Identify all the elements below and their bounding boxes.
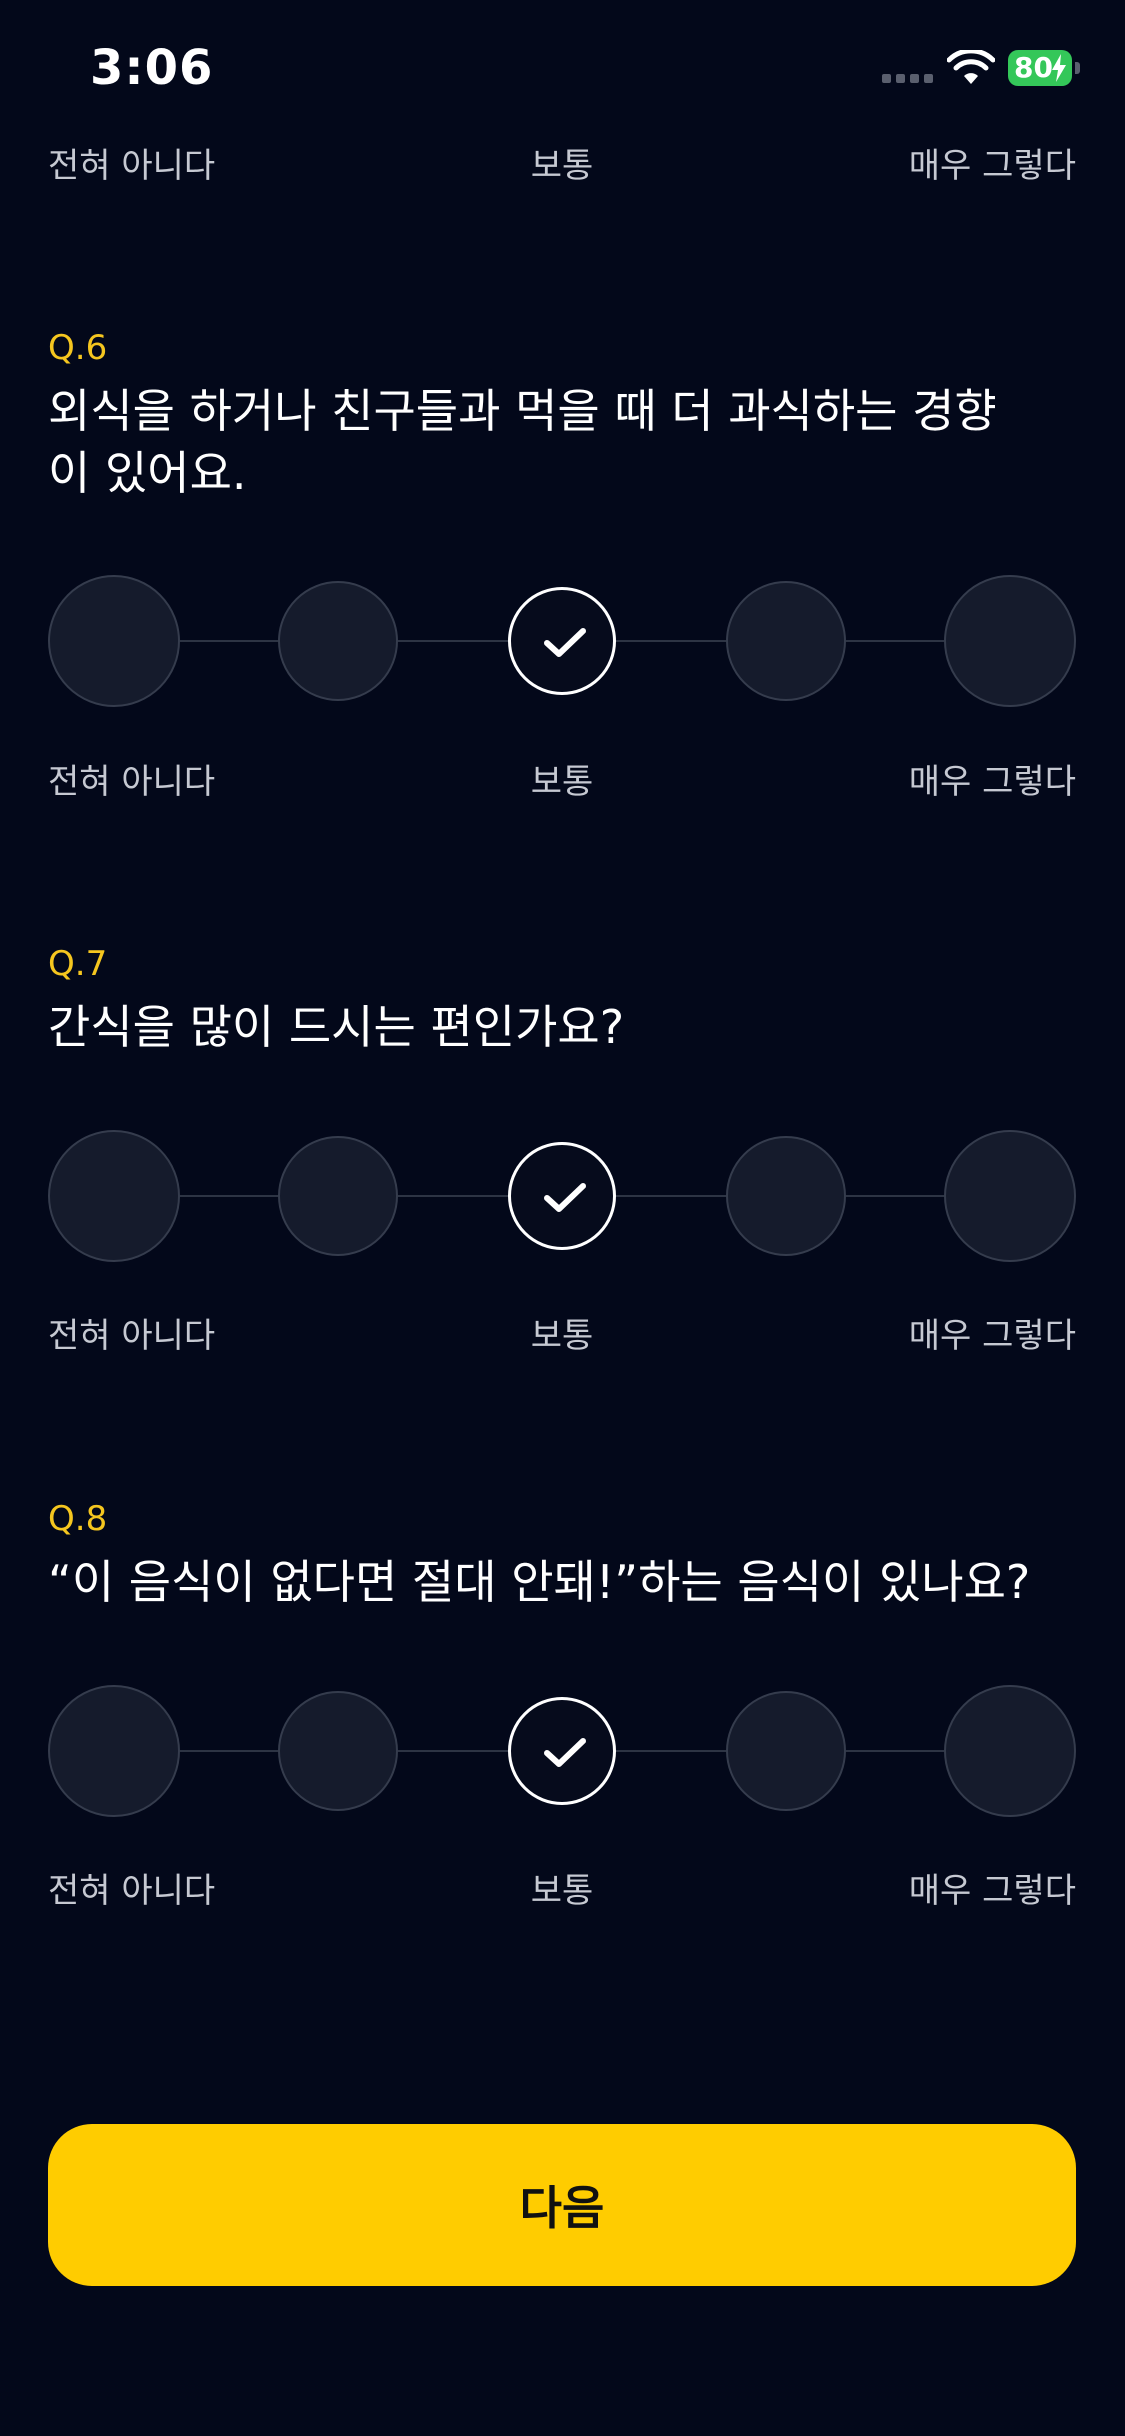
option-2[interactable] bbox=[278, 1691, 398, 1811]
scale-label-right: 매우 그렇다 bbox=[908, 1871, 1076, 1911]
status-bar: 3:06 80 bbox=[0, 0, 1125, 130]
scale-label-middle: 보통 bbox=[530, 1316, 594, 1356]
option-4[interactable] bbox=[726, 1136, 846, 1256]
option-2[interactable] bbox=[278, 581, 398, 701]
scale-label-right: 매우 그렇다 bbox=[908, 146, 1076, 186]
scale-labels-q8: 전혀 아니다 보통 매우 그렇다 bbox=[48, 1863, 1076, 1911]
scale-label-left: 전혀 아니다 bbox=[48, 1871, 216, 1911]
cellular-signal-icon bbox=[882, 74, 934, 84]
scale-label-left: 전혀 아니다 bbox=[48, 762, 216, 802]
check-icon bbox=[544, 628, 586, 657]
option-1[interactable] bbox=[48, 1130, 180, 1262]
option-1[interactable] bbox=[48, 1685, 180, 1817]
scale-label-left: 전혀 아니다 bbox=[48, 146, 216, 186]
question-number: Q.8 bbox=[48, 1499, 108, 1539]
option-5[interactable] bbox=[944, 1130, 1076, 1262]
next-button[interactable]: 다음 bbox=[48, 2124, 1076, 2286]
question-number: Q.6 bbox=[48, 328, 108, 368]
check-icon bbox=[544, 1738, 586, 1767]
option-3-selected[interactable] bbox=[508, 587, 616, 695]
battery-tip bbox=[1075, 62, 1080, 74]
option-5[interactable] bbox=[944, 575, 1076, 707]
option-4[interactable] bbox=[726, 1691, 846, 1811]
scale-label-right: 매우 그렇다 bbox=[908, 1316, 1076, 1356]
option-1[interactable] bbox=[48, 575, 180, 707]
battery-level: 80 bbox=[1014, 51, 1053, 84]
question-text: 외식을 하거나 친구들과 먹을 때 더 과식하는 경향이 있어요. bbox=[48, 384, 997, 500]
answer-scale-q8 bbox=[48, 1685, 1076, 1817]
option-5[interactable] bbox=[944, 1685, 1076, 1817]
scale-label-middle: 보통 bbox=[530, 1871, 594, 1911]
scale-label-middle: 보통 bbox=[530, 762, 594, 802]
question-number: Q.7 bbox=[48, 944, 108, 984]
check-icon bbox=[544, 1183, 586, 1212]
charging-bolt-icon bbox=[1052, 54, 1066, 82]
answer-scale-q6 bbox=[48, 575, 1076, 707]
scale-labels-q7: 전혀 아니다 보통 매우 그렇다 bbox=[48, 1308, 1076, 1356]
answer-scale-q7 bbox=[48, 1130, 1076, 1262]
wifi-icon bbox=[947, 50, 995, 84]
scale-label-middle: 보통 bbox=[530, 146, 594, 186]
question-text: “이 음식이 없다면 절대 안돼!”하는 음식이 있나요? bbox=[48, 1555, 1031, 1609]
scale-labels-q5: 전혀 아니다 보통 매우 그렇다 bbox=[48, 138, 1076, 186]
status-time: 3:06 bbox=[90, 40, 214, 96]
scale-label-right: 매우 그렇다 bbox=[908, 762, 1076, 802]
option-2[interactable] bbox=[278, 1136, 398, 1256]
scale-labels-q6: 전혀 아니다 보통 매우 그렇다 bbox=[48, 754, 1076, 802]
survey-screen: 3:06 80 전혀 아니다 보통 매우 그렇다 Q.6 외식을 하거나 친구들… bbox=[0, 0, 1125, 2436]
scale-label-left: 전혀 아니다 bbox=[48, 1316, 216, 1356]
option-3-selected[interactable] bbox=[508, 1697, 616, 1805]
question-text: 간식을 많이 드시는 편인가요? bbox=[48, 1000, 625, 1054]
option-3-selected[interactable] bbox=[508, 1142, 616, 1250]
option-4[interactable] bbox=[726, 581, 846, 701]
